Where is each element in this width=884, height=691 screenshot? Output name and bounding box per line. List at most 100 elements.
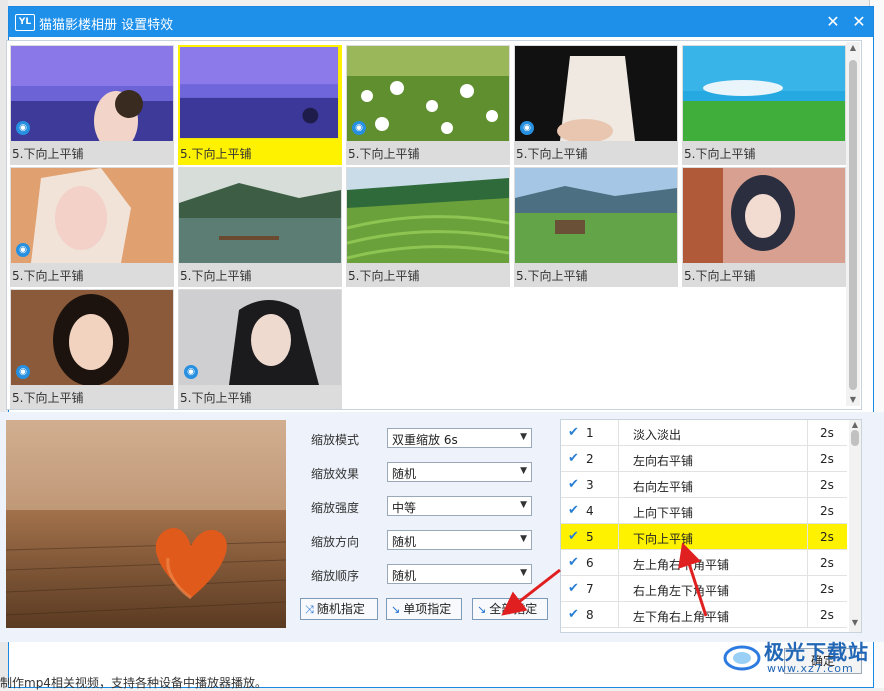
curve-arrow-icon: ↘ bbox=[391, 603, 401, 616]
effect-row[interactable]: ✔ 2 左向右平铺 2s bbox=[561, 446, 847, 472]
check-icon[interactable]: ✔ bbox=[568, 555, 579, 570]
setting-label: 缩放强度 bbox=[311, 501, 360, 515]
thumbnail-item[interactable]: ◉ 5.下向上平铺 bbox=[10, 289, 174, 409]
thumbnail-item[interactable]: 5.下向上平铺 bbox=[514, 167, 678, 287]
effect-duration: 2s bbox=[820, 530, 834, 544]
thumbnail-item[interactable]: ◉ 5.下向上平铺 bbox=[346, 45, 510, 165]
thumbnail-caption: 5.下向上平铺 bbox=[516, 269, 588, 283]
eye-icon[interactable]: ◉ bbox=[520, 121, 534, 135]
chevron-down-icon: ▼ bbox=[520, 466, 527, 476]
grid-scrollbar[interactable]: ▲ ▼ bbox=[846, 42, 860, 406]
thumbnail-caption: 5.下向上平铺 bbox=[348, 269, 420, 283]
thumbnail-item[interactable]: ◉ 5.下向上平铺 bbox=[514, 45, 678, 165]
setting-label: 缩放方向 bbox=[311, 535, 360, 549]
column-divider bbox=[807, 576, 808, 602]
chevron-down-icon: ▼ bbox=[520, 568, 527, 578]
assign-all-button[interactable]: ↘ 全部指定 bbox=[472, 598, 548, 620]
effect-duration: 2s bbox=[820, 426, 834, 440]
column-divider bbox=[618, 602, 619, 628]
effect-duration: 2s bbox=[820, 582, 834, 596]
column-divider bbox=[807, 524, 808, 550]
eye-icon[interactable]: ◉ bbox=[16, 365, 30, 379]
background-text: 制作mp4相关视频，支持各种设备中播放器播放。 bbox=[0, 676, 267, 690]
check-icon[interactable]: ✔ bbox=[568, 607, 579, 622]
effect-number: 6 bbox=[586, 556, 594, 570]
effect-row[interactable]: ✔ 6 左上角右下角平铺 2s bbox=[561, 550, 847, 576]
watermark: 极光下载站 www.xz7.com bbox=[722, 632, 872, 682]
thumbnail-image bbox=[180, 47, 339, 139]
thumbnail-item[interactable]: ◉ 5.下向上平铺 bbox=[178, 289, 342, 409]
eye-icon[interactable]: ◉ bbox=[16, 243, 30, 257]
effect-name: 淡入淡出 bbox=[633, 428, 682, 442]
setting-dropdown[interactable]: 随机 ▼ bbox=[387, 564, 532, 584]
thumbnail-item[interactable]: ◉ 5.下向上平铺 bbox=[10, 45, 174, 165]
scrollbar-thumb[interactable] bbox=[849, 60, 857, 390]
effect-name: 左上角右下角平铺 bbox=[633, 558, 730, 572]
setting-label: 缩放模式 bbox=[311, 433, 360, 447]
check-icon[interactable]: ✔ bbox=[568, 529, 579, 544]
scroll-down-icon[interactable]: ▼ bbox=[846, 394, 860, 406]
effect-row[interactable]: ✔ 1 淡入淡出 2s bbox=[561, 420, 847, 446]
single-assign-label: 单项指定 bbox=[403, 602, 452, 616]
check-icon[interactable]: ✔ bbox=[568, 451, 579, 466]
thumbnail-caption: 5.下向上平铺 bbox=[180, 147, 252, 161]
thumbnail-item[interactable]: 5.下向上平铺 bbox=[178, 167, 342, 287]
effect-row[interactable]: ✔ 5 下向上平铺 2s bbox=[561, 524, 847, 550]
column-divider bbox=[618, 524, 619, 550]
chevron-down-icon: ▼ bbox=[520, 500, 527, 510]
thumbnail-image bbox=[179, 290, 341, 385]
close-icon[interactable]: ✕ bbox=[849, 12, 869, 32]
thumbnail-item[interactable]: 5.下向上平铺 bbox=[346, 167, 510, 287]
scroll-up-icon[interactable]: ▲ bbox=[846, 42, 860, 54]
effect-name: 左下角右上角平铺 bbox=[633, 610, 730, 624]
effect-number: 5 bbox=[586, 530, 594, 544]
column-divider bbox=[618, 472, 619, 498]
setting-dropdown[interactable]: 双重缩放 6s ▼ bbox=[387, 428, 532, 448]
setting-dropdown[interactable]: 中等 ▼ bbox=[387, 496, 532, 516]
thumbnail-caption: 5.下向上平铺 bbox=[516, 147, 588, 161]
thumbnail-image bbox=[683, 168, 845, 263]
thumbnail-caption: 5.下向上平铺 bbox=[12, 269, 84, 283]
column-divider bbox=[807, 446, 808, 472]
effect-row[interactable]: ✔ 4 上向下平铺 2s bbox=[561, 498, 847, 524]
thumbnail-item[interactable]: 5.下向上平铺 bbox=[682, 167, 846, 287]
check-icon[interactable]: ✔ bbox=[568, 425, 579, 440]
effect-row[interactable]: ✔ 3 右向左平铺 2s bbox=[561, 472, 847, 498]
column-divider bbox=[807, 550, 808, 576]
column-divider bbox=[807, 472, 808, 498]
thumbnail-caption: 5.下向上平铺 bbox=[180, 391, 252, 405]
effect-name: 上向下平铺 bbox=[633, 506, 694, 520]
dropdown-value: 双重缩放 6s bbox=[392, 433, 458, 447]
thumbnail-grid: ◉ 5.下向上平铺 5.下向上平铺 ◉ 5.下向上平铺 ◉ 5.下向上平铺 5.下向上平铺 ◉ 5… bbox=[6, 40, 862, 410]
column-divider bbox=[807, 602, 808, 628]
minimize-icon[interactable]: ✕ bbox=[823, 12, 843, 32]
effect-duration: 2s bbox=[820, 452, 834, 466]
random-assign-button[interactable]: ⤨ 随机指定 bbox=[300, 598, 378, 620]
thumbnail-image bbox=[683, 46, 845, 141]
list-scrollbar[interactable]: ▲ ▼ bbox=[849, 420, 861, 632]
list-scroll-down-icon[interactable]: ▼ bbox=[849, 618, 861, 627]
setting-dropdown[interactable]: 随机 ▼ bbox=[387, 530, 532, 550]
thumbnail-item[interactable]: 5.下向上平铺 bbox=[682, 45, 846, 165]
check-icon[interactable]: ✔ bbox=[568, 503, 579, 518]
eye-icon[interactable]: ◉ bbox=[16, 121, 30, 135]
setting-label: 缩放效果 bbox=[311, 467, 360, 481]
thumbnail-caption: 5.下向上平铺 bbox=[180, 269, 252, 283]
list-scrollbar-thumb[interactable] bbox=[851, 430, 859, 446]
dropdown-value: 随机 bbox=[392, 535, 417, 549]
curve-arrow-all-icon: ↘ bbox=[477, 603, 487, 616]
thumbnail-item[interactable]: ◉ 5.下向上平铺 bbox=[10, 167, 174, 287]
effect-number: 4 bbox=[586, 504, 594, 518]
check-icon[interactable]: ✔ bbox=[568, 581, 579, 596]
effect-row[interactable]: ✔ 7 右上角左下角平铺 2s bbox=[561, 576, 847, 602]
single-assign-button[interactable]: ↘ 单项指定 bbox=[386, 598, 462, 620]
column-divider bbox=[618, 498, 619, 524]
title-bar: YL 猫猫影楼相册 设置特效 ✕ ✕ bbox=[9, 7, 873, 37]
setting-dropdown[interactable]: 随机 ▼ bbox=[387, 462, 532, 482]
check-icon[interactable]: ✔ bbox=[568, 477, 579, 492]
thumbnail-item[interactable]: 5.下向上平铺 bbox=[178, 45, 342, 165]
effect-row[interactable]: ✔ 8 左下角右上角平铺 2s bbox=[561, 602, 847, 628]
list-scroll-up-icon[interactable]: ▲ bbox=[849, 420, 861, 429]
eye-icon[interactable]: ◉ bbox=[352, 121, 366, 135]
eye-icon[interactable]: ◉ bbox=[184, 365, 198, 379]
